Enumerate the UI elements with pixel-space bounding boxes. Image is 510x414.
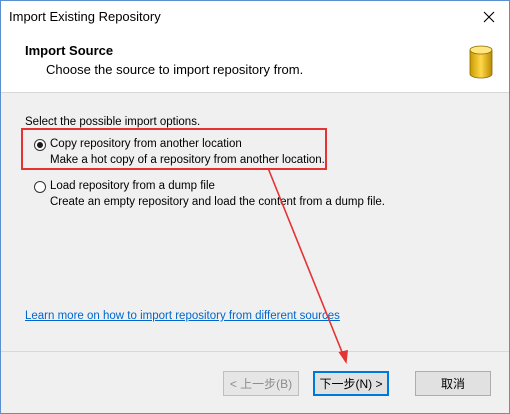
page-subtitle: Choose the source to import repository f… bbox=[46, 62, 304, 77]
import-dialog: Import Existing Repository Import Source… bbox=[0, 0, 510, 414]
next-button[interactable]: 下一步(N) > bbox=[313, 371, 389, 396]
close-button[interactable] bbox=[469, 1, 509, 32]
learn-more-link[interactable]: Learn more on how to import repository f… bbox=[25, 310, 340, 322]
title-bar: Import Existing Repository bbox=[1, 1, 509, 32]
options-intro: Select the possible import options. bbox=[25, 116, 201, 128]
option-description: Create an empty repository and load the … bbox=[50, 196, 385, 208]
window-title: Import Existing Repository bbox=[9, 9, 161, 24]
content-area: Select the possible import options. Copy… bbox=[1, 93, 509, 351]
option-description: Make a hot copy of a repository from ano… bbox=[50, 154, 325, 166]
page-title: Import Source bbox=[25, 43, 114, 58]
radio-copy-repository[interactable] bbox=[34, 139, 46, 151]
back-button[interactable]: < 上一步(B) bbox=[223, 371, 299, 396]
option-label: Load repository from a dump file bbox=[50, 180, 215, 192]
database-icon bbox=[469, 45, 493, 79]
radio-load-dump[interactable] bbox=[34, 181, 46, 193]
cancel-button[interactable]: 取消 bbox=[415, 371, 491, 396]
wizard-header: Import Source Choose the source to impor… bbox=[1, 32, 509, 93]
option-label: Copy repository from another location bbox=[50, 138, 242, 150]
close-icon bbox=[483, 11, 495, 22]
footer-divider bbox=[1, 351, 509, 352]
